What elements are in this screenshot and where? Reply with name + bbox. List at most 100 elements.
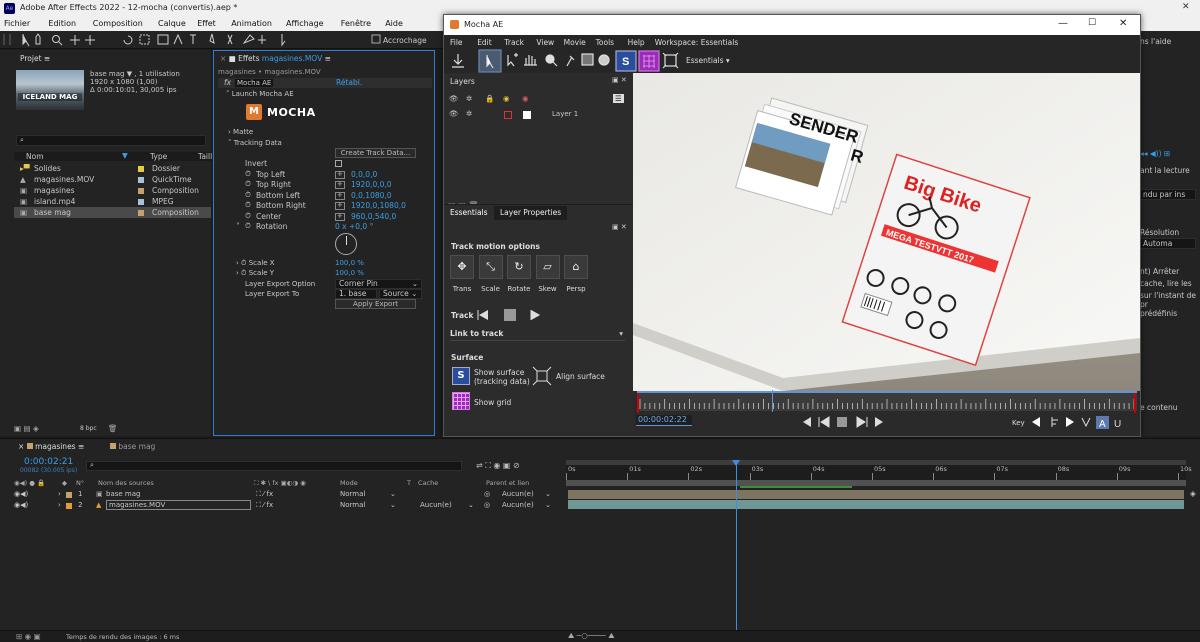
motion-option-skew[interactable]: ▱ — [535, 255, 560, 279]
close-icon[interactable]: ✕ — [1182, 2, 1190, 12]
align-surface-label[interactable]: Align surface — [556, 372, 605, 381]
scale-y-value[interactable]: 100,0 % — [335, 268, 364, 278]
timeline-search-input[interactable]: ⌕ — [86, 461, 462, 471]
timeline-end-marker-icon[interactable]: ◈ — [1190, 489, 1196, 498]
layer-label-color[interactable] — [66, 492, 72, 498]
layer-color-swatch[interactable] — [504, 111, 512, 119]
layer-fill-swatch[interactable] — [523, 111, 531, 119]
menu-item-7[interactable]: Fenêtre — [341, 19, 371, 28]
layer-switches[interactable]: ⛶ ⁄ fx — [256, 500, 273, 511]
timeline-tab-magasines[interactable]: × magasines ≡ — [18, 440, 84, 454]
expand-icon[interactable]: › — [58, 500, 61, 511]
expand-icon[interactable]: › — [58, 489, 61, 500]
stopwatch-icon[interactable]: ⏱ — [245, 169, 251, 179]
audio-icons[interactable]: ◂◂ ◀)) ⊞ — [1140, 149, 1170, 158]
column-size[interactable]: Taill — [198, 152, 212, 161]
palette-icon[interactable]: ◉ — [522, 94, 529, 103]
column-name[interactable]: Nom — [26, 152, 44, 161]
crosshair-icon[interactable]: ✛ — [335, 181, 345, 189]
right-item-4[interactable]: Automa — [1140, 238, 1196, 249]
project-item[interactable]: ▲ magasines.MOV QuickTime — [14, 174, 211, 185]
mode-dropdown-icon[interactable]: ⌄ — [390, 500, 396, 511]
track-bar-magasines[interactable] — [568, 500, 1184, 509]
effect-row-value[interactable]: 0 x +0,0 ° — [335, 222, 373, 232]
track-controls[interactable] — [476, 308, 556, 322]
track-bar-base-mag[interactable] — [568, 490, 1184, 499]
crosshair-icon[interactable]: ✛ — [335, 202, 345, 210]
layer-export-to-select[interactable]: 1. base m ⌄ — [335, 289, 377, 306]
item-label-color[interactable] — [138, 177, 144, 183]
effect-row-value[interactable]: 960,0,540,0 — [351, 212, 396, 222]
layer-gear-icon[interactable]: ✲ — [466, 109, 472, 118]
item-label-color[interactable] — [138, 166, 144, 172]
column-type[interactable]: Type — [150, 152, 167, 161]
mocha-timeline[interactable] — [637, 390, 1137, 413]
menu-item-2[interactable]: Composition — [93, 19, 143, 28]
mode-dropdown-icon[interactable]: ⌄ — [390, 489, 396, 500]
project-search-input[interactable]: ⌕ — [16, 135, 206, 146]
timeline-ruler[interactable]: 0s 01s 02s 03s 04s 05s 06s 07s 08s 09s 10s — [566, 460, 1192, 480]
bpc-label[interactable]: 8 bpc — [80, 425, 97, 432]
mocha-menu-item-5[interactable]: Tools — [596, 38, 614, 47]
cache-dropdown-icon[interactable]: ⌄ — [468, 500, 474, 511]
mocha-menu-item-7[interactable]: Workspace: Essentials — [655, 38, 738, 47]
item-label-color[interactable] — [138, 199, 144, 205]
color-icon[interactable]: ◉ — [503, 94, 510, 103]
tab-layer-properties[interactable]: Layer Properties — [494, 206, 568, 220]
expand-icon[interactable]: ˅ — [236, 222, 240, 232]
sort-icon[interactable]: ▼ — [122, 151, 128, 160]
item-label-color[interactable] — [138, 210, 144, 216]
stopwatch-icon[interactable]: ⏱ — [245, 221, 251, 231]
layer-export-source-select[interactable]: Source ⌄ — [379, 289, 422, 299]
tab-essentials[interactable]: Essentials — [450, 206, 488, 220]
layer-parent-select[interactable]: Aucun(e) — [502, 500, 534, 511]
tracking-data-group[interactable]: ˅ Tracking Data — [228, 138, 282, 148]
layer-parent-select[interactable]: Aucun(e) — [502, 489, 534, 500]
layer-label-color[interactable] — [66, 503, 72, 509]
motion-option-persp[interactable]: ⌂ — [564, 255, 588, 279]
mocha-menu-item-4[interactable]: Movie — [564, 38, 586, 47]
mocha-close-icon[interactable]: ✕ — [1119, 18, 1127, 29]
column-mode[interactable]: Mode — [340, 479, 358, 487]
mocha-viewer[interactable]: SENDER R Big Bike MEGA TESTVTT 2017 — [633, 73, 1140, 391]
tool-icons[interactable] — [0, 31, 445, 49]
matte-group[interactable]: › Matte — [228, 127, 253, 137]
maximize-icon[interactable]: ☐ — [1088, 18, 1096, 28]
project-item[interactable]: ▣ island.mp4 MPEG — [14, 196, 211, 207]
timeline-layer-row[interactable]: ◉◀) › 2 ▲ magasines.MOV ⛶ ⁄ fx Normal ⌄ Aucun(e)… — [0, 500, 566, 511]
essentials-float-icon[interactable]: ▣ ✕ — [612, 223, 627, 231]
timeline-playhead[interactable] — [731, 460, 740, 631]
mocha-playback-controls[interactable] — [799, 414, 899, 430]
effects-tab[interactable]: × ■ Effets magasines.MOV ≡ — [220, 52, 331, 66]
fx-reset-link[interactable]: Rétabl. — [336, 78, 362, 88]
timeline-timecode[interactable]: 0:00:02:21 — [24, 457, 73, 467]
menu-item-0[interactable]: Fichier — [4, 19, 30, 28]
apply-export-button[interactable]: Apply Export — [335, 299, 416, 309]
motion-option-rotate[interactable]: ↻ — [507, 255, 531, 279]
layer-row[interactable]: 👁 ✲ Layer 1 — [444, 109, 633, 121]
pickwhip-icon[interactable]: ◎ — [484, 500, 490, 511]
motion-option-scale[interactable]: ⤡ — [478, 255, 503, 279]
item-label-color[interactable] — [138, 188, 144, 194]
column-parent[interactable]: Parent et lien — [486, 479, 529, 487]
stopwatch-icon[interactable]: ⏱ — [245, 200, 251, 210]
footer-icons[interactable]: ▣ ▤ ◈ — [14, 424, 39, 433]
eye-icon[interactable]: 👁 — [449, 94, 459, 103]
layer-cache-select[interactable]: Aucun(e) — [420, 500, 452, 511]
layer-eye-icon[interactable]: 👁 — [449, 109, 459, 118]
layer-name[interactable]: Layer 1 — [552, 110, 578, 118]
menu-item-5[interactable]: Animation — [231, 19, 272, 28]
zoom-slider[interactable]: ⛰ ─○──── ⛰ — [568, 631, 615, 641]
rotation-dial[interactable] — [335, 233, 357, 255]
panel-float-icon[interactable]: ▣ ✕ — [612, 76, 627, 84]
parent-dropdown-icon[interactable]: ⌄ — [545, 489, 551, 500]
list-menu-icon[interactable]: ☰ — [613, 94, 624, 103]
invert-checkbox[interactable] — [335, 160, 342, 167]
show-grid-button[interactable] — [452, 392, 470, 410]
project-item[interactable]: ▣ magasines Composition — [14, 185, 211, 196]
minimize-icon[interactable]: — — [1058, 18, 1068, 29]
menu-item-3[interactable]: Calque — [158, 19, 186, 28]
snap-label[interactable]: Accrochage — [383, 36, 427, 45]
lock-icon[interactable]: 🔒 — [485, 94, 494, 103]
menu-item-6[interactable]: Affichage — [286, 19, 324, 28]
